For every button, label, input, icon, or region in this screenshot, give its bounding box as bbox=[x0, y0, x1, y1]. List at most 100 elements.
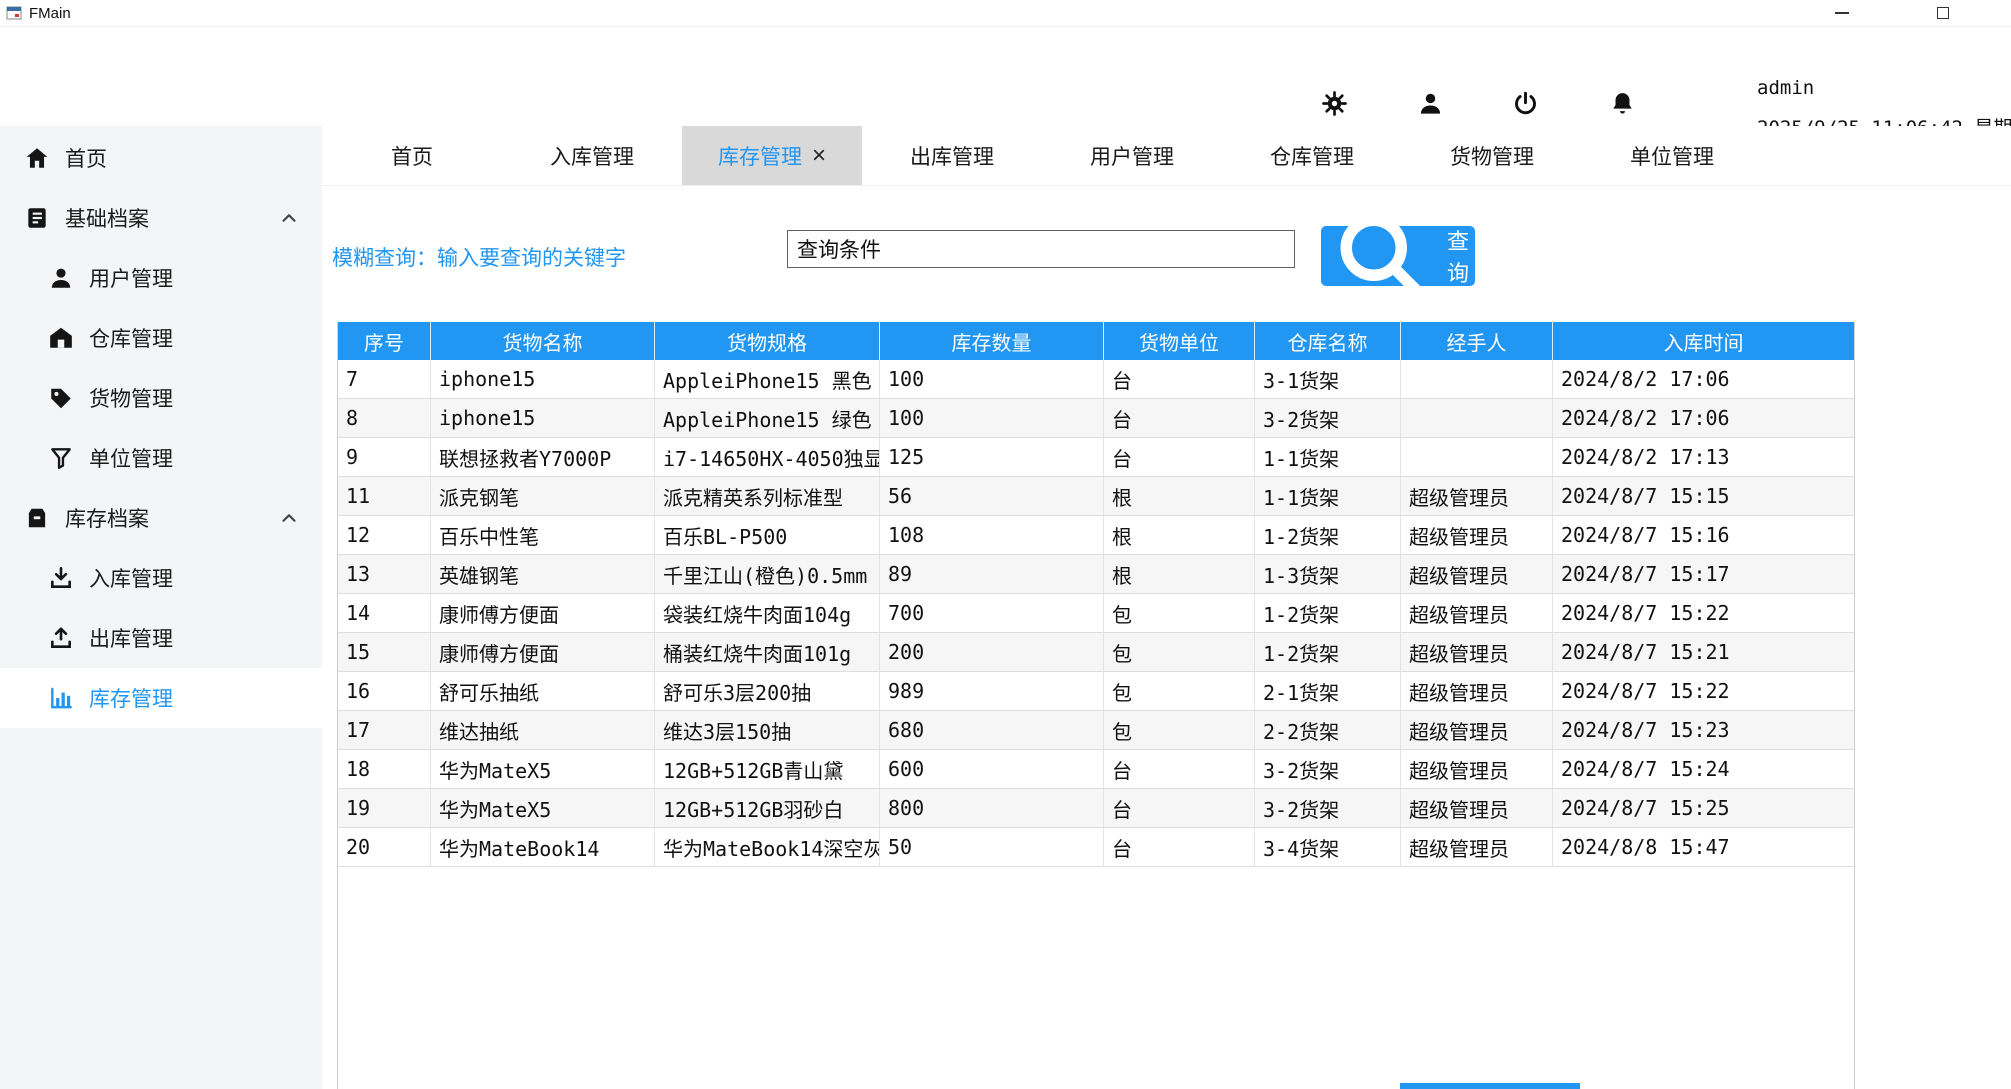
tab-4[interactable]: 用户管理 bbox=[1042, 126, 1222, 185]
table-row[interactable]: 15康师傅方便面桶装红烧牛肉面101g200包1-2货架超级管理员2024/8/… bbox=[338, 633, 1854, 672]
table-cell: 2024/8/7 15:24 bbox=[1553, 750, 1854, 788]
maximize-button[interactable] bbox=[1920, 0, 1966, 26]
table-cell: 2024/8/7 15:23 bbox=[1553, 711, 1854, 749]
app-icon bbox=[6, 5, 22, 21]
table-cell: 200 bbox=[880, 633, 1104, 671]
app-window: FMain admin 2025/9/25 11:06:42 星期五 首页基础档… bbox=[0, 0, 2011, 1089]
sidebar-item-tag[interactable]: 货物管理 bbox=[0, 368, 322, 428]
table-cell: 百乐中性笔 bbox=[431, 516, 655, 554]
table-row[interactable]: 16舒可乐抽纸舒可乐3层200抽989包2-1货架超级管理员2024/8/7 1… bbox=[338, 672, 1854, 711]
sidebar-item-label: 库存管理 bbox=[89, 683, 173, 713]
minimize-button[interactable] bbox=[1819, 0, 1865, 26]
table-cell: 3-2货架 bbox=[1255, 399, 1401, 437]
table-cell: 华为MateX5 bbox=[431, 750, 655, 788]
table-cell: 600 bbox=[880, 750, 1104, 788]
table-cell: 100 bbox=[880, 360, 1104, 398]
chart-icon bbox=[48, 685, 74, 711]
search-icon bbox=[1327, 201, 1437, 311]
table-cell: 15 bbox=[338, 633, 431, 671]
table-cell: 100 bbox=[880, 399, 1104, 437]
table-cell: 根 bbox=[1104, 516, 1255, 554]
tab-6[interactable]: 货物管理 bbox=[1402, 126, 1582, 185]
table-row[interactable]: 13英雄钢笔千里江山(橙色)0.5mm89根1-3货架超级管理员2024/8/7… bbox=[338, 555, 1854, 594]
table-cell: 1-1货架 bbox=[1255, 438, 1401, 476]
query-button[interactable]: 查询 bbox=[1321, 226, 1475, 286]
table-cell: 2024/8/7 15:22 bbox=[1553, 672, 1854, 710]
horizontal-scrollbar-thumb[interactable] bbox=[1400, 1083, 1580, 1089]
table-row[interactable]: 20华为MateBook14华为MateBook14深空灰50台3-4货架超级管… bbox=[338, 828, 1854, 867]
tab-close-icon[interactable]: × bbox=[812, 144, 826, 168]
table-row[interactable]: 8iphone15AppleiPhone15 绿色100台3-2货架2024/8… bbox=[338, 399, 1854, 438]
tab-2[interactable]: 库存管理 × bbox=[682, 126, 862, 185]
table-cell: 2024/8/2 17:06 bbox=[1553, 360, 1854, 398]
table-cell: 英雄钢笔 bbox=[431, 555, 655, 593]
table-cell: 3-2货架 bbox=[1255, 750, 1401, 788]
table-row[interactable]: 9联想拯救者Y7000Pi7-14650HX-4050独显125台1-1货架20… bbox=[338, 438, 1854, 477]
column-header[interactable]: 经手人 bbox=[1401, 322, 1553, 360]
user-icon[interactable] bbox=[1417, 90, 1444, 117]
table-cell bbox=[1401, 360, 1553, 398]
sidebar-item-box[interactable]: 库存档案 bbox=[0, 488, 322, 548]
table-cell: 包 bbox=[1104, 711, 1255, 749]
table-cell: 1-1货架 bbox=[1255, 477, 1401, 515]
tab-7[interactable]: 单位管理 bbox=[1582, 126, 1762, 185]
bell-icon[interactable] bbox=[1609, 90, 1636, 117]
column-header[interactable]: 货物名称 bbox=[431, 322, 655, 360]
table-cell: 超级管理员 bbox=[1401, 555, 1553, 593]
column-header[interactable]: 库存数量 bbox=[880, 322, 1104, 360]
sidebar-item-chart[interactable]: 库存管理 bbox=[0, 668, 322, 728]
column-header[interactable]: 货物规格 bbox=[655, 322, 880, 360]
tab-label: 库存管理 bbox=[718, 141, 802, 171]
sidebar-item-upload[interactable]: 出库管理 bbox=[0, 608, 322, 668]
table-cell: 20 bbox=[338, 828, 431, 866]
box-icon bbox=[24, 505, 50, 531]
chevron-up-icon[interactable] bbox=[278, 207, 300, 229]
tab-0[interactable]: 首页 bbox=[322, 126, 502, 185]
table-cell: 7 bbox=[338, 360, 431, 398]
table-cell: 舒可乐3层200抽 bbox=[655, 672, 880, 710]
query-input[interactable] bbox=[787, 230, 1295, 268]
table-cell: 2024/8/7 15:15 bbox=[1553, 477, 1854, 515]
column-header[interactable]: 入库时间 bbox=[1553, 322, 1854, 360]
tab-3[interactable]: 出库管理 bbox=[862, 126, 1042, 185]
user-icon bbox=[48, 265, 74, 291]
table-row[interactable]: 12百乐中性笔百乐BL-P500108根1-2货架超级管理员2024/8/7 1… bbox=[338, 516, 1854, 555]
sidebar-item-label: 货物管理 bbox=[89, 383, 173, 413]
gear-icon[interactable] bbox=[1321, 90, 1348, 117]
chevron-up-icon[interactable] bbox=[278, 507, 300, 529]
table-cell: 2024/8/8 15:47 bbox=[1553, 828, 1854, 866]
table-row[interactable]: 19华为MateX512GB+512GB羽砂白800台3-2货架超级管理员202… bbox=[338, 789, 1854, 828]
sidebar-item-warehouse[interactable]: 仓库管理 bbox=[0, 308, 322, 368]
table-cell: 2024/8/7 15:25 bbox=[1553, 789, 1854, 827]
table-cell: 台 bbox=[1104, 438, 1255, 476]
table-cell: 包 bbox=[1104, 633, 1255, 671]
table-row[interactable]: 11派克钢笔派克精英系列标准型56根1-1货架超级管理员2024/8/7 15:… bbox=[338, 477, 1854, 516]
window-title: FMain bbox=[29, 5, 71, 22]
tab-5[interactable]: 仓库管理 bbox=[1222, 126, 1402, 185]
table-cell: 桶装红烧牛肉面101g bbox=[655, 633, 880, 671]
power-icon[interactable] bbox=[1512, 90, 1539, 117]
table-row[interactable]: 7iphone15AppleiPhone15 黑色100台3-1货架2024/8… bbox=[338, 360, 1854, 399]
table-row[interactable]: 17维达抽纸维达3层150抽680包2-2货架超级管理员2024/8/7 15:… bbox=[338, 711, 1854, 750]
download-icon bbox=[48, 565, 74, 591]
tab-1[interactable]: 入库管理 bbox=[502, 126, 682, 185]
sidebar-item-ledger[interactable]: 基础档案 bbox=[0, 188, 322, 248]
table-body: 7iphone15AppleiPhone15 黑色100台3-1货架2024/8… bbox=[338, 360, 1854, 867]
table-cell: 百乐BL-P500 bbox=[655, 516, 880, 554]
table-cell: 超级管理员 bbox=[1401, 828, 1553, 866]
table-cell: 华为MateBook14深空灰 bbox=[655, 828, 880, 866]
column-header[interactable]: 货物单位 bbox=[1104, 322, 1255, 360]
table-cell: 13 bbox=[338, 555, 431, 593]
sidebar-item-home[interactable]: 首页 bbox=[0, 128, 322, 188]
tab-label: 单位管理 bbox=[1630, 141, 1714, 171]
column-header[interactable]: 序号 bbox=[338, 322, 431, 360]
table-cell: 89 bbox=[880, 555, 1104, 593]
sidebar-item-filter[interactable]: 单位管理 bbox=[0, 428, 322, 488]
column-header[interactable]: 仓库名称 bbox=[1255, 322, 1401, 360]
table-row[interactable]: 18华为MateX512GB+512GB青山黛600台3-2货架超级管理员202… bbox=[338, 750, 1854, 789]
table-row[interactable]: 14康师傅方便面袋装红烧牛肉面104g700包1-2货架超级管理员2024/8/… bbox=[338, 594, 1854, 633]
sidebar-item-download[interactable]: 入库管理 bbox=[0, 548, 322, 608]
sidebar-item-user[interactable]: 用户管理 bbox=[0, 248, 322, 308]
table-cell: 2-1货架 bbox=[1255, 672, 1401, 710]
table-cell: 派克精英系列标准型 bbox=[655, 477, 880, 515]
